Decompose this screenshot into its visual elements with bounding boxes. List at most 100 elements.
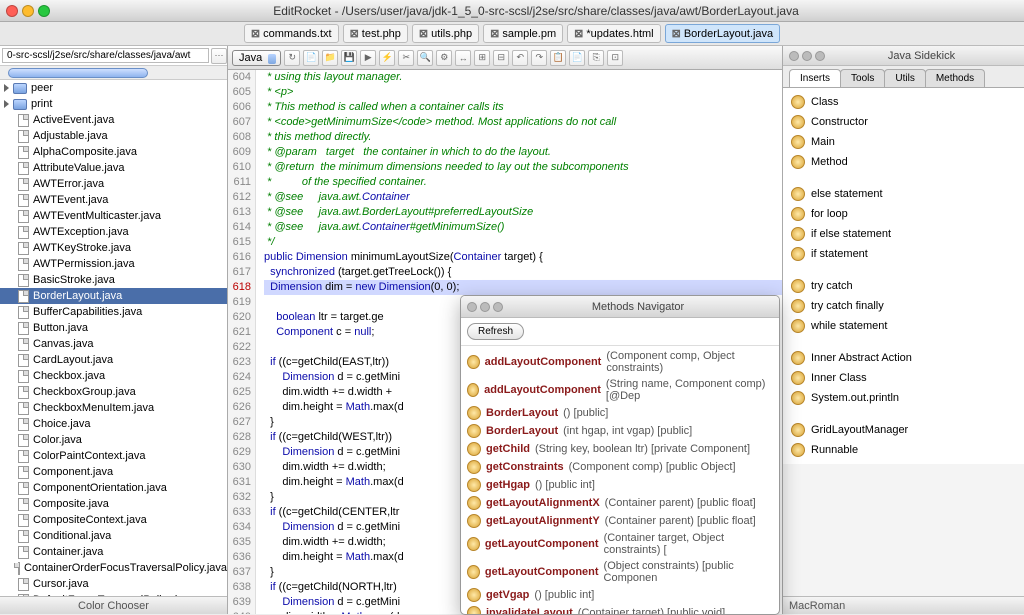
disclosure-icon[interactable]	[4, 100, 9, 108]
tool-icon[interactable]: ✂	[398, 50, 414, 66]
tree-file[interactable]: CheckboxGroup.java	[0, 384, 227, 400]
sidekick-item[interactable]: GridLayoutManager	[787, 422, 1020, 438]
sidekick-item[interactable]: try catch	[787, 278, 1020, 294]
file-tab[interactable]: ⊠utils.php	[412, 24, 479, 43]
navigator-method[interactable]: getLayoutAlignmentY(Container parent) [p…	[465, 512, 775, 530]
sidekick-tab[interactable]: Utils	[884, 69, 925, 87]
tool-icon[interactable]: 📄	[303, 50, 319, 66]
zoom-icon[interactable]	[38, 5, 50, 17]
tree-file[interactable]: Container.java	[0, 544, 227, 560]
file-tab[interactable]: ⊠commands.txt	[244, 24, 339, 43]
tree-file[interactable]: AWTException.java	[0, 224, 227, 240]
tree-file[interactable]: AWTEvent.java	[0, 192, 227, 208]
tree-file[interactable]: Color.java	[0, 432, 227, 448]
tool-icon[interactable]: ↻	[284, 50, 300, 66]
navigator-method[interactable]: addLayoutComponent(Component comp, Objec…	[465, 348, 775, 376]
close-tab-icon[interactable]: ⊠	[419, 27, 428, 40]
sidekick-tab[interactable]: Tools	[840, 69, 885, 87]
tree-file[interactable]: Cursor.java	[0, 576, 227, 592]
file-tab[interactable]: ⊠test.php	[343, 24, 408, 43]
horizontal-scrollbar[interactable]	[0, 66, 227, 80]
tree-file[interactable]: CardLayout.java	[0, 352, 227, 368]
sidekick-tab[interactable]: Methods	[925, 69, 985, 87]
tool-icon[interactable]: 📋	[550, 50, 566, 66]
tree-file[interactable]: Canvas.java	[0, 336, 227, 352]
language-selector[interactable]: Java	[232, 50, 281, 66]
path-go-icon[interactable]: ⋯	[211, 48, 227, 64]
close-tab-icon[interactable]: ⊠	[490, 27, 499, 40]
navigator-method[interactable]: BorderLayout(int hgap, int vgap) [public…	[465, 422, 775, 440]
tree-file[interactable]: Choice.java	[0, 416, 227, 432]
tool-icon[interactable]: ⎘	[588, 50, 604, 66]
file-tab[interactable]: ⊠sample.pm	[483, 24, 563, 43]
file-tab[interactable]: ⊠BorderLayout.java	[665, 24, 781, 43]
sidekick-item[interactable]: Runnable	[787, 442, 1020, 458]
sidekick-item[interactable]: System.out.println	[787, 390, 1020, 406]
tree-file[interactable]: ColorPaintContext.java	[0, 448, 227, 464]
tree-file[interactable]: Component.java	[0, 464, 227, 480]
tree-file[interactable]: CheckboxMenuItem.java	[0, 400, 227, 416]
sidekick-item[interactable]: Inner Abstract Action	[787, 350, 1020, 366]
close-tab-icon[interactable]: ⊠	[574, 27, 583, 40]
sidekick-item[interactable]: Constructor	[787, 114, 1020, 130]
navigator-method[interactable]: getConstraints(Component comp) [public O…	[465, 458, 775, 476]
sidekick-item[interactable]: else statement	[787, 186, 1020, 202]
tool-icon[interactable]: ↶	[512, 50, 528, 66]
tree-file[interactable]: BasicStroke.java	[0, 272, 227, 288]
tree-file[interactable]: ActiveEvent.java	[0, 112, 227, 128]
refresh-button[interactable]: Refresh	[467, 323, 524, 340]
close-icon[interactable]	[789, 51, 799, 61]
sidekick-item[interactable]: Inner Class	[787, 370, 1020, 386]
tool-icon[interactable]: ▶	[360, 50, 376, 66]
tree-folder[interactable]: print	[0, 96, 227, 112]
tree-file[interactable]: AWTKeyStroke.java	[0, 240, 227, 256]
tool-icon[interactable]: ⊟	[493, 50, 509, 66]
tree-file[interactable]: AttributeValue.java	[0, 160, 227, 176]
navigator-method[interactable]: addLayoutComponent(String name, Componen…	[465, 376, 775, 404]
sidekick-item[interactable]: if statement	[787, 246, 1020, 262]
minimize-icon[interactable]	[802, 51, 812, 61]
sidekick-item[interactable]: Class	[787, 94, 1020, 110]
path-input[interactable]: 0-src-scsl/j2se/src/share/classes/java/a…	[2, 48, 209, 63]
tree-file[interactable]: Conditional.java	[0, 528, 227, 544]
disclosure-icon[interactable]	[4, 84, 9, 92]
minimize-icon[interactable]	[480, 302, 490, 312]
tree-file[interactable]: AWTPermission.java	[0, 256, 227, 272]
sidekick-item[interactable]: Method	[787, 154, 1020, 170]
tool-icon[interactable]: 🔍	[417, 50, 433, 66]
tree-file[interactable]: Composite.java	[0, 496, 227, 512]
tool-icon[interactable]: 📄	[569, 50, 585, 66]
tool-icon[interactable]: 📁	[322, 50, 338, 66]
zoom-icon[interactable]	[815, 51, 825, 61]
sidekick-item[interactable]: try catch finally	[787, 298, 1020, 314]
tree-file[interactable]: AWTEventMulticaster.java	[0, 208, 227, 224]
methods-navigator-window[interactable]: Methods Navigator Refresh addLayoutCompo…	[460, 295, 780, 615]
color-chooser-tab[interactable]: Color Chooser	[0, 596, 227, 614]
tree-file[interactable]: ComponentOrientation.java	[0, 480, 227, 496]
tool-icon[interactable]: ↷	[531, 50, 547, 66]
close-tab-icon[interactable]: ⊠	[672, 27, 681, 40]
close-tab-icon[interactable]: ⊠	[350, 27, 359, 40]
tree-file[interactable]: AWTError.java	[0, 176, 227, 192]
tool-icon[interactable]: 💾	[341, 50, 357, 66]
tool-icon[interactable]: ↔	[455, 50, 471, 66]
tree-file[interactable]: Checkbox.java	[0, 368, 227, 384]
file-tab[interactable]: ⊠*updates.html	[567, 24, 660, 43]
navigator-method[interactable]: invalidateLayout(Container target) [publ…	[465, 604, 775, 614]
sidekick-item[interactable]: for loop	[787, 206, 1020, 222]
minimize-icon[interactable]	[22, 5, 34, 17]
tree-file[interactable]: BorderLayout.java	[0, 288, 227, 304]
close-tab-icon[interactable]: ⊠	[251, 27, 260, 40]
file-tree[interactable]: peerprintActiveEvent.javaAdjustable.java…	[0, 80, 227, 596]
tree-file[interactable]: BufferCapabilities.java	[0, 304, 227, 320]
tree-file[interactable]: ContainerOrderFocusTraversalPolicy.java	[0, 560, 227, 576]
sidekick-tab[interactable]: Inserts	[789, 69, 841, 87]
zoom-icon[interactable]	[493, 302, 503, 312]
navigator-method[interactable]: BorderLayout() [public]	[465, 404, 775, 422]
navigator-method[interactable]: getVgap() [public int]	[465, 586, 775, 604]
tool-icon[interactable]: ⊞	[474, 50, 490, 66]
navigator-list[interactable]: addLayoutComponent(Component comp, Objec…	[461, 346, 779, 614]
tool-icon[interactable]: ⚡	[379, 50, 395, 66]
tree-folder[interactable]: peer	[0, 80, 227, 96]
tree-file[interactable]: Adjustable.java	[0, 128, 227, 144]
